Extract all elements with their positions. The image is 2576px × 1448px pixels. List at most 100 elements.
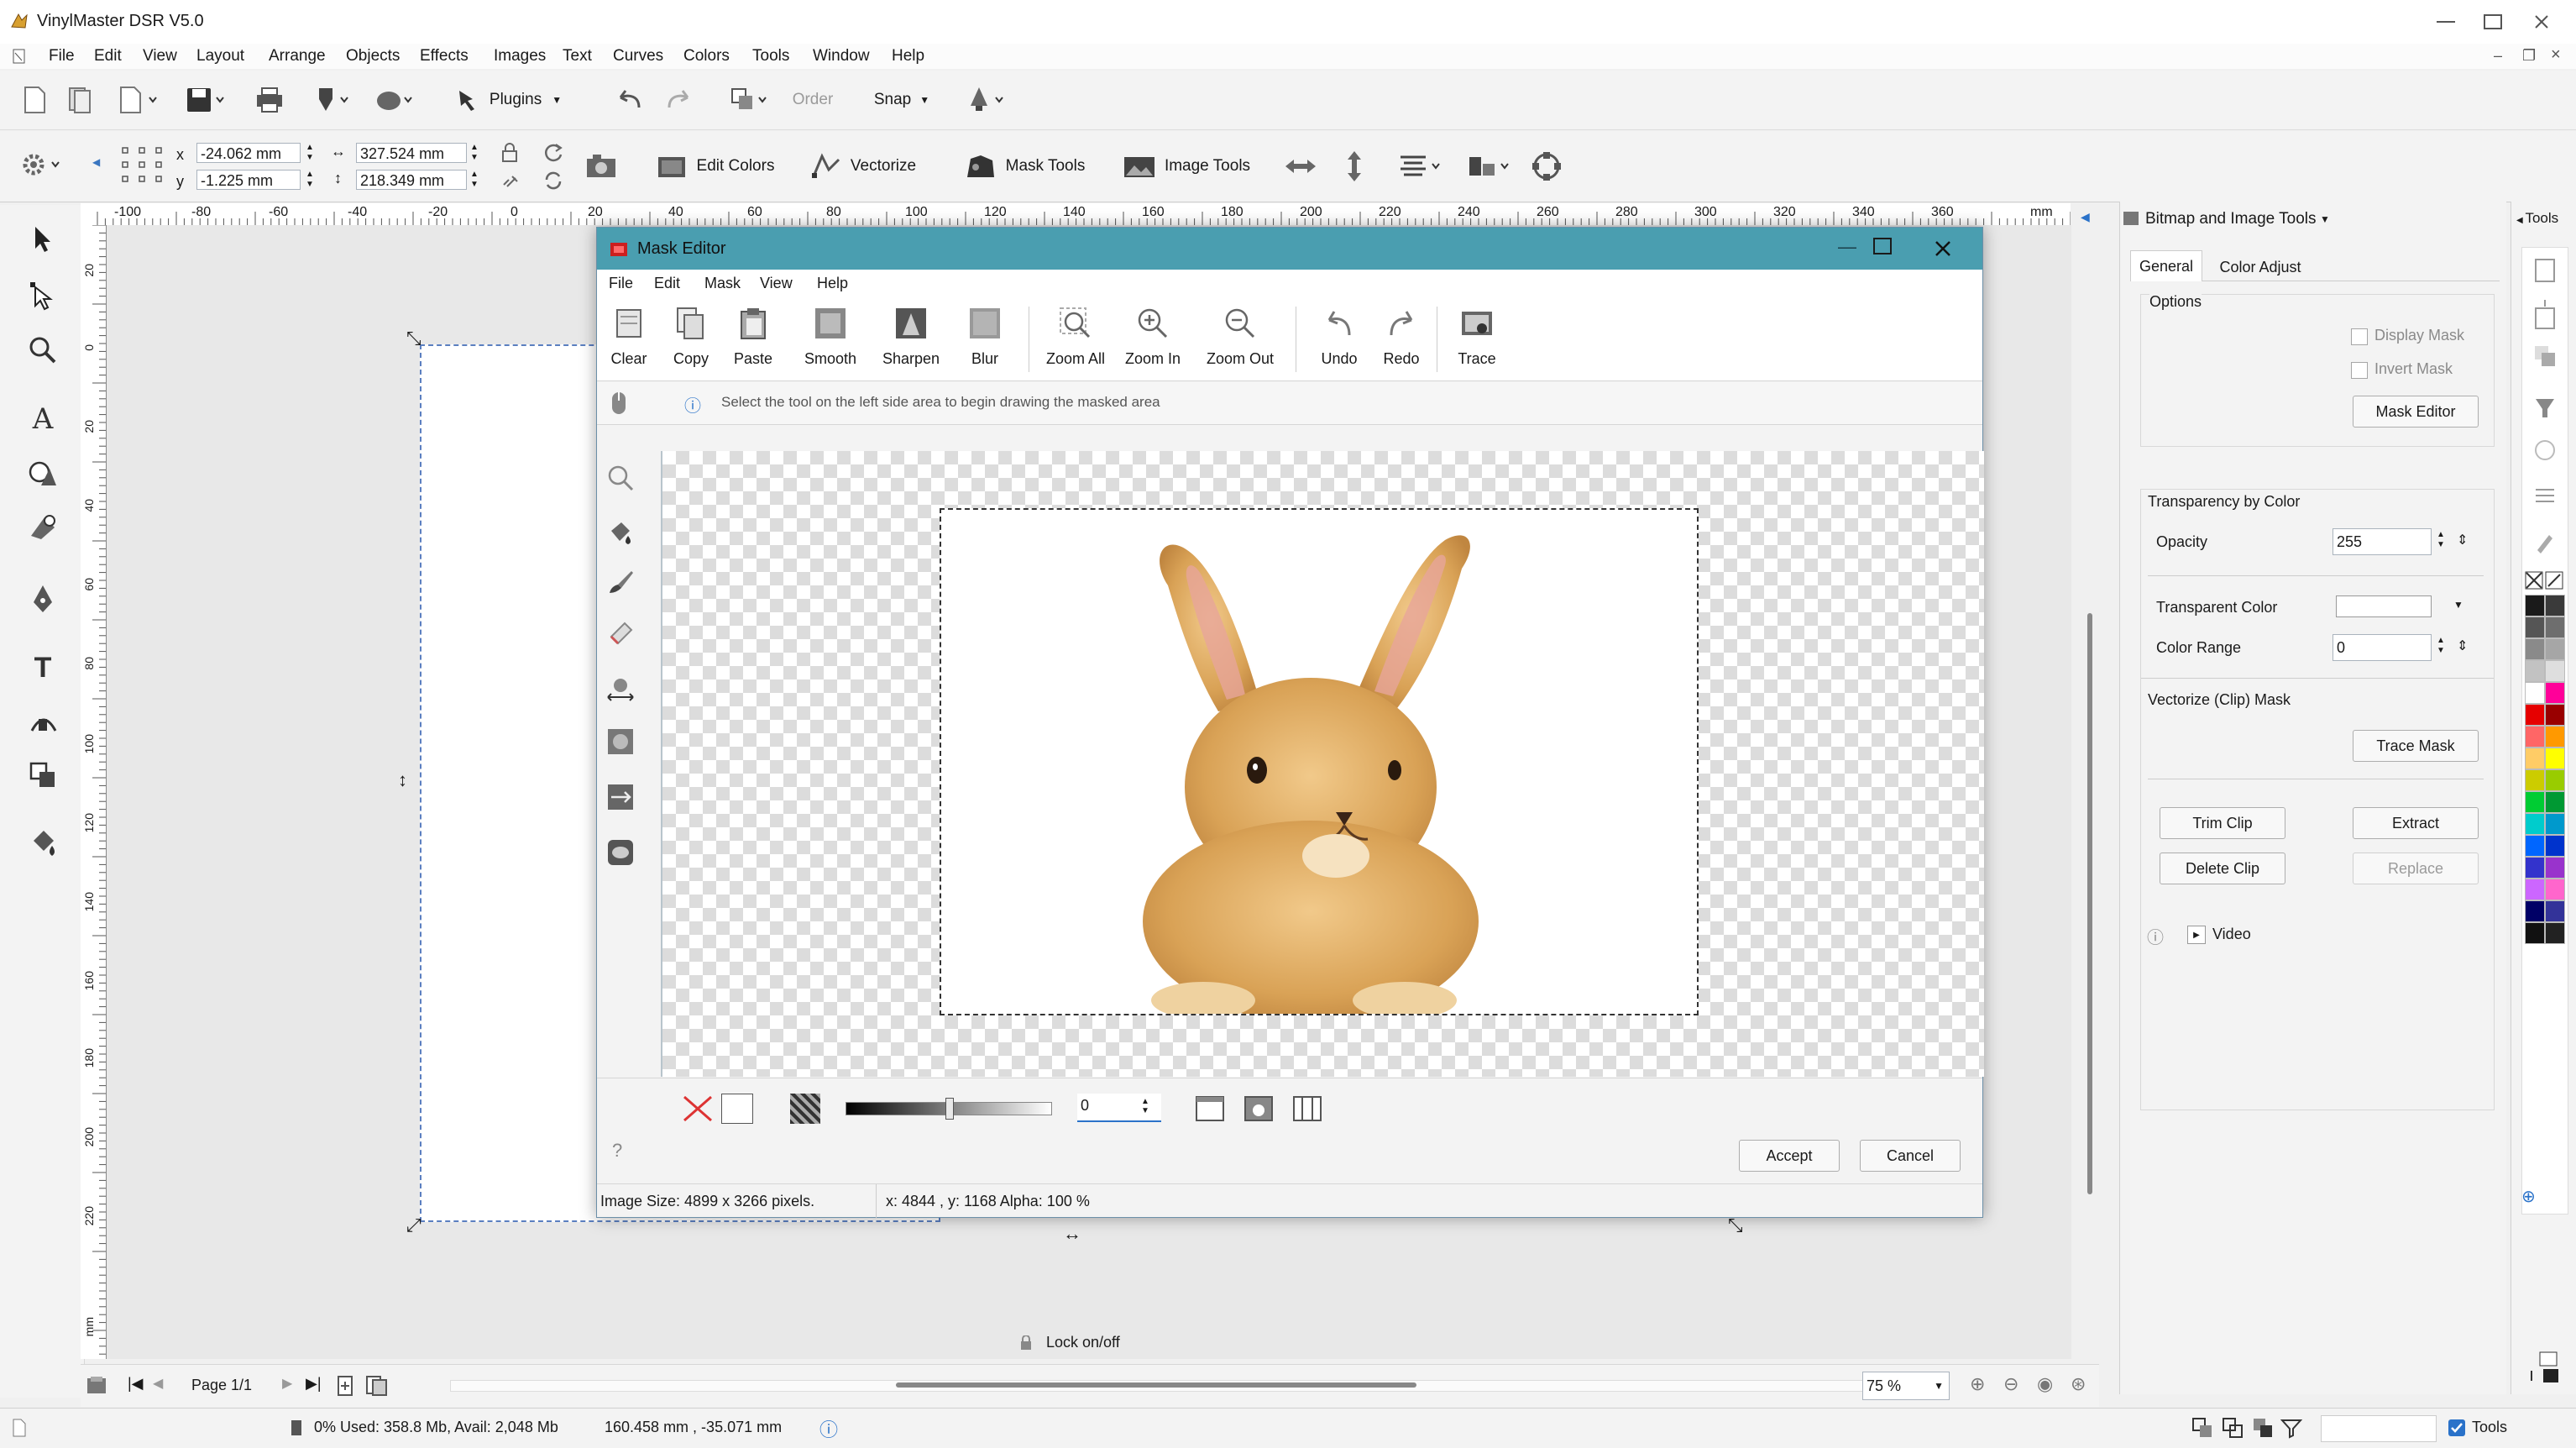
dialog-menu-mask[interactable]: Mask <box>704 275 741 292</box>
zoom-all-icon[interactable]: ⊛ <box>2071 1373 2086 1395</box>
page-setup-icon[interactable] <box>86 1375 109 1397</box>
save-button[interactable] <box>180 82 230 118</box>
palette-swatch[interactable] <box>2525 638 2545 660</box>
mdi-close-icon[interactable]: × <box>2551 45 2561 65</box>
tools-dock-tab[interactable]: ◀ Tools <box>2516 210 2558 227</box>
scrollbar-thumb[interactable] <box>896 1382 1416 1388</box>
mask-select-tool[interactable] <box>602 834 639 871</box>
mask-zoom-tool[interactable] <box>602 459 639 496</box>
accept-button[interactable]: Accept <box>1739 1140 1840 1172</box>
menu-file[interactable]: File <box>49 47 75 66</box>
palette-swatch[interactable] <box>2525 726 2545 748</box>
menu-edit[interactable]: Edit <box>94 47 122 66</box>
settings-button[interactable] <box>15 146 67 183</box>
copy-button[interactable]: Copy <box>659 303 723 377</box>
mask-level-slider[interactable] <box>846 1098 1052 1120</box>
menu-view[interactable]: View <box>143 47 177 66</box>
last-page-icon[interactable]: ▶| <box>306 1375 322 1393</box>
sharpen-button[interactable]: Sharpen <box>879 303 943 377</box>
video-play-button[interactable]: ▶ <box>2187 926 2206 944</box>
cancel-button[interactable]: Cancel <box>1860 1140 1961 1172</box>
mdi-restore-icon[interactable]: ❐ <box>2522 47 2536 65</box>
opacity-slider-icon[interactable]: ⇕ <box>2457 532 2468 548</box>
x-stepper-icon[interactable]: ▲ ▼ <box>306 143 314 163</box>
select-tool[interactable] <box>24 220 62 259</box>
transparent-color-picker[interactable] <box>2336 595 2432 617</box>
intersect-icon[interactable] <box>2222 1417 2244 1439</box>
menu-help[interactable]: Help <box>892 47 924 66</box>
duplicate-page-icon[interactable] <box>364 1375 390 1397</box>
y-stepper-icon[interactable]: ▲ ▼ <box>306 170 314 190</box>
palette-swatch[interactable] <box>2545 748 2565 769</box>
menu-images[interactable]: Images <box>494 47 546 66</box>
mask-brush-tool[interactable] <box>602 564 639 601</box>
distribute-dropdown[interactable] <box>1463 148 1516 185</box>
color-range-slider-icon[interactable]: ⇕ <box>2457 637 2468 654</box>
fill-tool[interactable] <box>24 825 62 863</box>
add-palette-icon[interactable]: ⊕ <box>2521 1186 2536 1207</box>
palette-swatch[interactable] <box>2525 813 2545 835</box>
shape-edit-tool[interactable] <box>24 507 62 546</box>
image-tools-button[interactable]: Image Tools <box>1117 148 1256 185</box>
prev-page-icon[interactable]: ◀ <box>153 1375 163 1392</box>
flip-vertical-button[interactable] <box>1335 144 1374 188</box>
paste-button[interactable]: Paste <box>721 303 785 377</box>
tab-general[interactable]: General <box>2130 250 2202 281</box>
delete-clip-button[interactable]: Delete Clip <box>2160 853 2285 884</box>
horizontal-scrollbar[interactable] <box>450 1380 1946 1392</box>
zoom-page-icon[interactable]: ◉ <box>2037 1373 2053 1395</box>
text-type-tool[interactable]: T <box>24 648 62 687</box>
menu-text[interactable]: Text <box>563 47 592 66</box>
palette-swatch[interactable] <box>2525 595 2545 616</box>
link-icon[interactable] <box>500 171 521 190</box>
align-dropdown[interactable] <box>1394 148 1448 185</box>
fill-dock-icon[interactable] <box>2532 396 2558 421</box>
trace-button[interactable]: Trace <box>1445 303 1509 377</box>
vectorize-button[interactable]: Vectorize <box>804 148 922 185</box>
layers-tool[interactable] <box>24 756 62 795</box>
lock-ratio-icon[interactable] <box>500 143 519 163</box>
tab-color-adjust[interactable]: Color Adjust <box>2206 254 2315 281</box>
mask-move-tool[interactable] <box>602 671 639 708</box>
width-field[interactable]: 327.524 mm <box>356 143 467 163</box>
resize-handle-icon[interactable]: ↕ <box>398 769 407 791</box>
open-button[interactable] <box>111 82 165 118</box>
resize-handle-icon[interactable]: ⤡ <box>406 328 421 349</box>
palette-swatch[interactable] <box>2525 660 2545 682</box>
cut-output-button[interactable] <box>306 82 356 118</box>
maximize-button[interactable] <box>2474 5 2512 39</box>
pen-tool[interactable] <box>24 580 62 618</box>
undo-button[interactable] <box>610 82 648 118</box>
height-stepper-icon[interactable]: ▲ ▼ <box>470 170 479 190</box>
mask-gradient-tool[interactable] <box>602 779 639 816</box>
zoom-all-button[interactable]: Zoom All <box>1044 303 1107 377</box>
new-document-button[interactable] <box>17 82 52 118</box>
circle-icon[interactable] <box>2532 438 2558 463</box>
trim-clip-button[interactable]: Trim Clip <box>2160 807 2285 839</box>
y-position-field[interactable]: -1.225 mm <box>196 170 301 190</box>
zoom-in-icon[interactable]: ⊕ <box>1970 1373 1985 1395</box>
palette-swatch[interactable] <box>2545 900 2565 922</box>
close-window-button[interactable] <box>2522 5 2561 39</box>
palette-swatch[interactable] <box>2545 857 2565 879</box>
dialog-menu-edit[interactable]: Edit <box>654 275 680 292</box>
chevron-down-icon[interactable]: ▼ <box>2320 213 2330 225</box>
flip-horizontal-button[interactable] <box>1280 148 1322 185</box>
text-tool[interactable]: A <box>24 400 62 438</box>
scrollbar-thumb[interactable] <box>2087 613 2092 1194</box>
palette-swatch[interactable] <box>2545 835 2565 857</box>
lines-icon[interactable] <box>2532 483 2558 508</box>
chevron-down-icon[interactable]: ▼ <box>2453 599 2463 611</box>
mask-editor-button[interactable]: Mask Editor <box>2353 396 2479 428</box>
swap-color-icon[interactable] <box>2545 571 2563 590</box>
palette-swatch[interactable] <box>2545 660 2565 682</box>
palette-swatch[interactable] <box>2525 879 2545 900</box>
dialog-menu-file[interactable]: File <box>609 275 633 292</box>
menu-curves[interactable]: Curves <box>613 47 663 66</box>
mask-level-field[interactable]: 0 ▲ ▼ <box>1077 1094 1161 1122</box>
edit-colors-button[interactable]: Edit Colors <box>648 148 783 185</box>
view-normal-icon[interactable] <box>1195 1095 1225 1122</box>
help-icon[interactable]: ? <box>612 1140 622 1162</box>
display-mask-checkbox[interactable] <box>2351 328 2368 345</box>
dialog-menu-help[interactable]: Help <box>817 275 848 292</box>
